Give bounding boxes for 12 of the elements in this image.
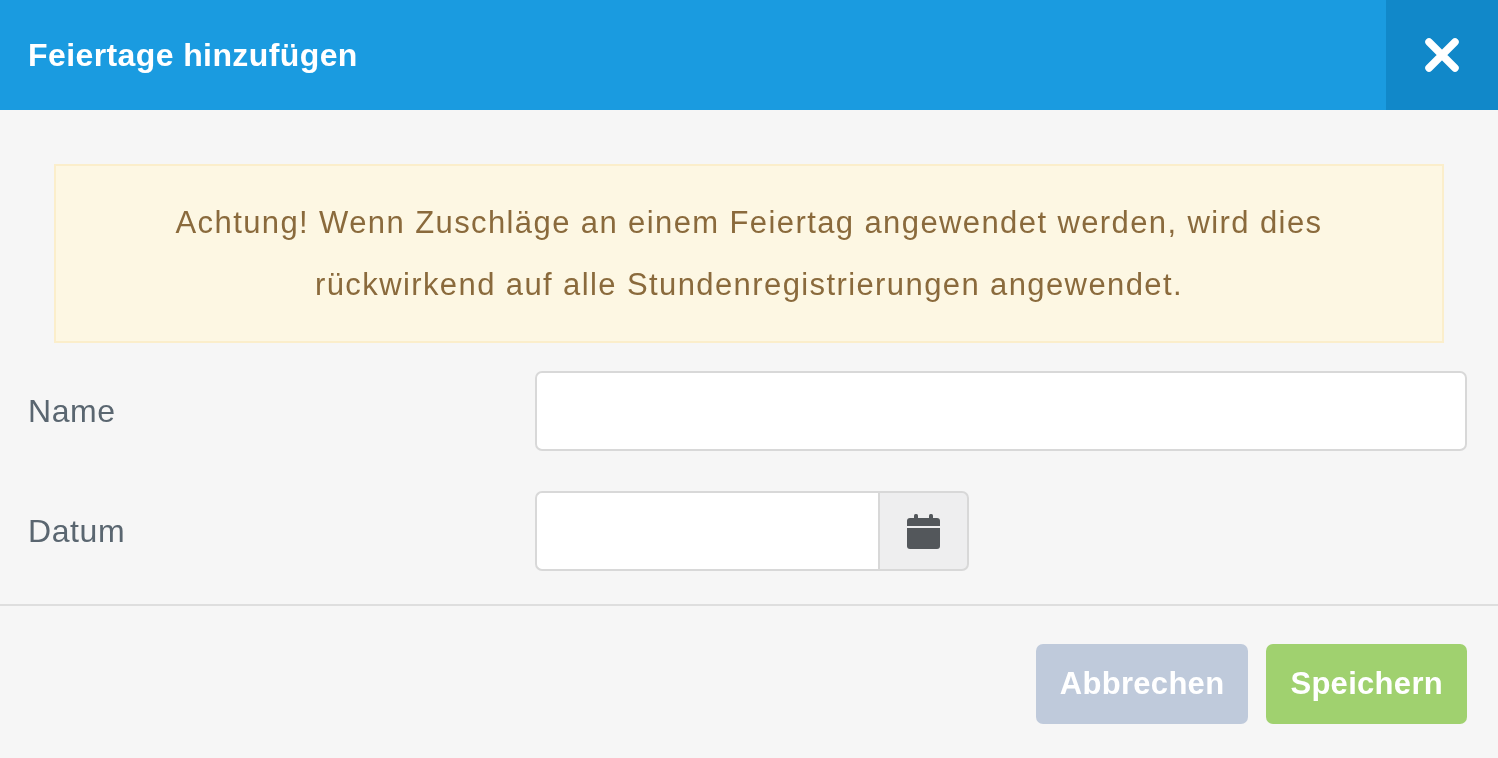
calendar-icon bbox=[907, 513, 940, 549]
close-button[interactable] bbox=[1386, 0, 1498, 110]
field-label: Datum bbox=[28, 512, 127, 551]
dialog-title: Feiertage hinzufügen bbox=[27, 36, 358, 75]
date-field[interactable] bbox=[535, 491, 878, 571]
save-button[interactable]: Speichern bbox=[1266, 644, 1467, 724]
warning-text: Achtung! Wenn Zuschläge an einem Feiertag angewendet werden, wird dies rückwirkend auf alle Stundenregistrierungen angewendet. bbox=[174, 203, 1324, 304]
field-label: Name bbox=[28, 392, 117, 431]
name-field[interactable] bbox=[535, 371, 1467, 451]
close-icon bbox=[1424, 38, 1460, 72]
calendar-button[interactable] bbox=[878, 491, 969, 571]
cancel-button[interactable]: Abbrechen bbox=[1035, 644, 1249, 724]
